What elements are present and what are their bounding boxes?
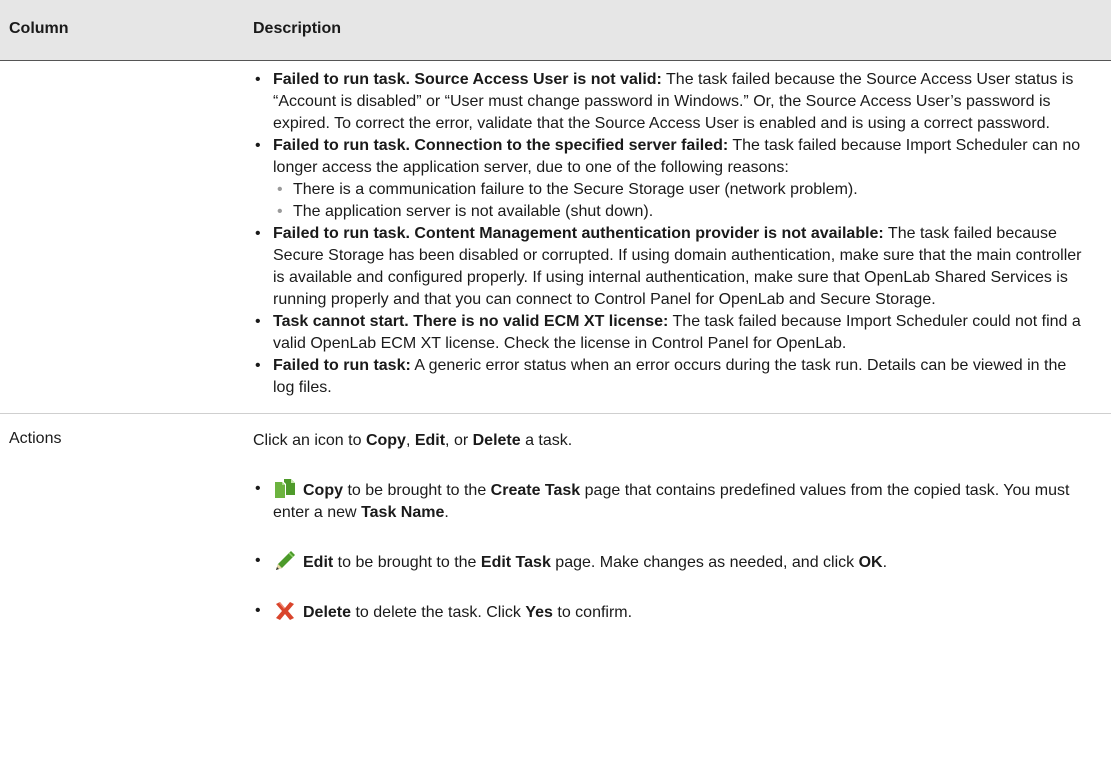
status-title: Failed to run task. Content Management a… bbox=[273, 225, 884, 242]
status-title: Failed to run task: bbox=[273, 357, 411, 374]
list-item-copy: Copy to be brought to the Create Task pa… bbox=[253, 478, 1087, 524]
actions-list: Copy to be brought to the Create Task pa… bbox=[253, 478, 1087, 624]
delete-label: Delete bbox=[472, 432, 521, 449]
sub-list-item: There is a communication failure to the … bbox=[273, 179, 1087, 201]
list-item: Task cannot start. There is no valid ECM… bbox=[253, 311, 1087, 355]
sub-list-item: The application server is not available … bbox=[273, 201, 1087, 223]
list-item: Failed to run task: A generic error stat… bbox=[253, 355, 1087, 399]
copy-icon[interactable] bbox=[273, 478, 297, 500]
list-item: Failed to run task. Connection to the sp… bbox=[253, 135, 1087, 223]
list-item: Failed to run task. Source Access User i… bbox=[253, 69, 1087, 135]
header-column: Column bbox=[9, 20, 69, 37]
actions-column-name: Actions bbox=[9, 430, 62, 447]
actions-intro: Click an icon to Copy, Edit, or Delete a… bbox=[253, 432, 573, 449]
delete-item-label: Delete bbox=[303, 604, 352, 621]
copy-label: Copy bbox=[365, 432, 406, 449]
table-row-actions: Actions Click an icon to Copy, Edit, or … bbox=[0, 414, 1111, 774]
table-header: Column Description bbox=[0, 0, 1111, 61]
x-icon[interactable] bbox=[273, 600, 297, 622]
status-list: Failed to run task. Source Access User i… bbox=[253, 69, 1087, 399]
sub-list: There is a communication failure to the … bbox=[273, 179, 1087, 223]
status-title: Failed to run task. Connection to the sp… bbox=[273, 137, 729, 154]
list-item-edit: Edit to be brought to the Edit Task page… bbox=[253, 550, 1087, 574]
list-item-delete: Delete to delete the task. Click Yes to … bbox=[253, 600, 1087, 624]
list-item: Failed to run task. Content Management a… bbox=[253, 223, 1087, 311]
status-title: Failed to run task. Source Access User i… bbox=[273, 71, 662, 88]
pencil-icon[interactable] bbox=[273, 550, 297, 572]
edit-item-label: Edit bbox=[303, 554, 334, 571]
edit-label: Edit bbox=[414, 432, 446, 449]
status-title: Task cannot start. There is no valid ECM… bbox=[273, 313, 669, 330]
copy-item-label: Copy bbox=[303, 482, 343, 499]
status-description: Failed to run task. Source Access User i… bbox=[253, 69, 1087, 399]
description-table: Column Description Failed to run task. S… bbox=[0, 0, 1111, 774]
table-row-status: Failed to run task. Source Access User i… bbox=[0, 61, 1111, 414]
header-description: Description bbox=[253, 20, 342, 37]
actions-description: Click an icon to Copy, Edit, or Delete a… bbox=[253, 430, 1087, 650]
